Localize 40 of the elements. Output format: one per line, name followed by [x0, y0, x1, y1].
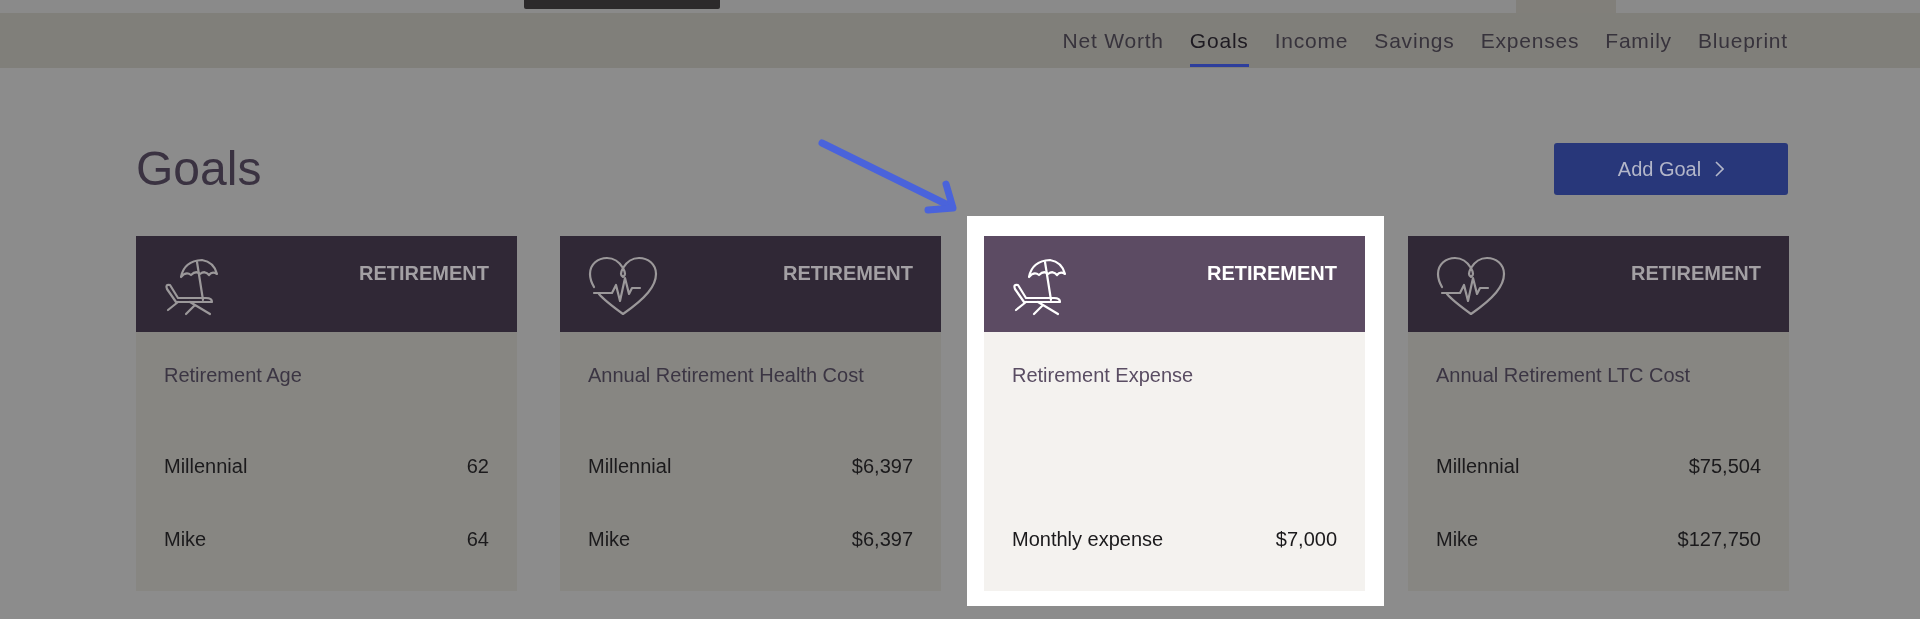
- card-title: Retirement Expense: [1012, 364, 1195, 386]
- row-value: $7,000: [1275, 527, 1337, 551]
- row-label: Millennial: [164, 454, 248, 478]
- row-label: Mike: [164, 527, 207, 551]
- row-label: Millennial: [1436, 454, 1520, 478]
- goal-card[interactable]: RETIREMENT Retirement Expense Monthly expense $7,000: [984, 236, 1365, 591]
- nav-tab[interactable]: Expenses: [1480, 13, 1580, 67]
- goal-card[interactable]: RETIREMENT Annual Retirement Health Cost Millennial $6,397 Mike $6,397: [560, 236, 941, 591]
- nav-tab[interactable]: Goals: [1189, 13, 1249, 67]
- beach-lounger-umbrella-icon: [164, 256, 220, 316]
- nav-tab[interactable]: Savings: [1374, 13, 1455, 67]
- row-label: Mike: [588, 527, 631, 551]
- page-title: Goals: [136, 143, 262, 195]
- nav-tab[interactable]: Family: [1605, 13, 1672, 67]
- nav-tab[interactable]: Income: [1274, 13, 1349, 67]
- heart-pulse-icon: [1436, 256, 1506, 316]
- row-value: 64: [466, 527, 489, 551]
- goal-card[interactable]: RETIREMENT Annual Retirement LTC Cost Millennial $75,504 Mike $127,750: [1408, 236, 1789, 591]
- card-title: Annual Retirement Health Cost: [588, 364, 865, 386]
- nav-tab[interactable]: Net Worth: [1062, 13, 1164, 67]
- card-title: Retirement Age: [164, 364, 303, 386]
- row-value: 62: [466, 454, 489, 478]
- row-label: Monthly expense: [1012, 527, 1164, 551]
- row-value: $6,397: [851, 527, 913, 551]
- row-label: Mike: [1436, 527, 1479, 551]
- chevron-right-icon: [1715, 161, 1725, 177]
- add-goal-button[interactable]: Add Goal: [1554, 143, 1788, 195]
- card-category: RETIREMENT: [359, 261, 489, 285]
- heart-pulse-icon: [588, 256, 658, 316]
- card-category: RETIREMENT: [1207, 261, 1337, 285]
- goal-card[interactable]: RETIREMENT Retirement Age Millennial 62 Mike 64: [136, 236, 517, 591]
- row-value: $75,504: [1688, 454, 1761, 478]
- row-label: Millennial: [588, 454, 672, 478]
- card-category: RETIREMENT: [1631, 261, 1761, 285]
- card-category: RETIREMENT: [783, 261, 913, 285]
- card-title: Annual Retirement LTC Cost: [1436, 364, 1692, 386]
- nav-tab[interactable]: Blueprint: [1697, 13, 1788, 67]
- row-value: $127,750: [1677, 527, 1761, 551]
- beach-lounger-umbrella-icon: [1012, 256, 1068, 316]
- row-value: $6,397: [851, 454, 913, 478]
